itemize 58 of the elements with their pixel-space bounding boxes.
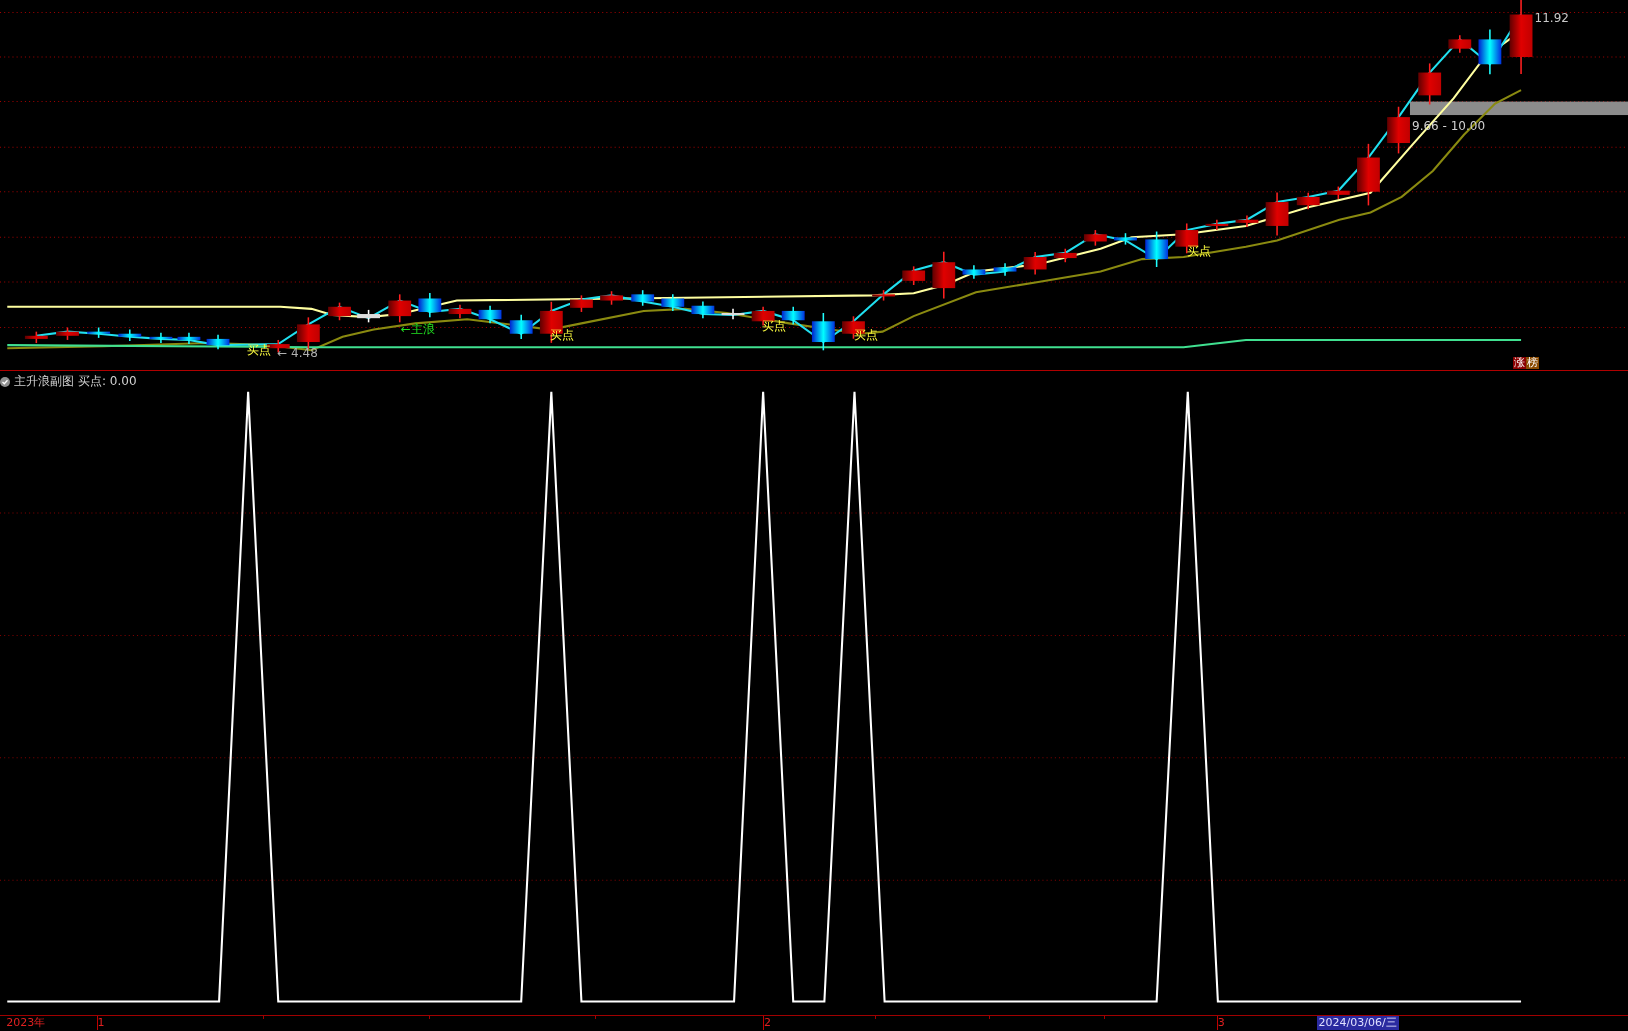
- candle: [1145, 230, 1169, 268]
- candle: [993, 262, 1017, 277]
- price-label: ← 4.48: [277, 345, 318, 360]
- candle: [570, 294, 593, 313]
- candle: [296, 316, 320, 350]
- badge: 涨: [1512, 357, 1526, 370]
- candle: [509, 314, 533, 340]
- buy-point-label: 买点: [762, 318, 787, 333]
- candle: [1235, 214, 1259, 228]
- candle: [872, 289, 895, 302]
- candle: [177, 331, 201, 345]
- candle: [418, 292, 442, 319]
- candle: [328, 301, 351, 322]
- candle: [149, 331, 173, 344]
- candle: [388, 293, 412, 324]
- indicator-reading: 买点: 0.00: [78, 373, 137, 390]
- buy-point-label: 买点: [1186, 244, 1211, 258]
- axis-label: 2023年: [6, 1016, 46, 1030]
- date-label: 2024/03/06/三: [1316, 1016, 1399, 1030]
- candle: [118, 328, 142, 342]
- candle: [811, 312, 835, 352]
- wave-label: ←主浪: [400, 321, 435, 336]
- candle: [1296, 192, 1320, 211]
- axis-label: 3: [1216, 1016, 1225, 1030]
- candle: [1478, 28, 1502, 75]
- candle: [357, 309, 380, 324]
- candle: [478, 304, 502, 325]
- candle: [902, 265, 926, 286]
- check-icon[interactable]: [0, 376, 10, 387]
- candle: [600, 290, 623, 306]
- candle: [56, 326, 79, 341]
- candle: [691, 300, 715, 319]
- indicator-title: 主升浪副图: [14, 373, 74, 390]
- candle: [631, 289, 655, 307]
- axis-label: 2: [763, 1016, 772, 1030]
- candle: [1265, 191, 1289, 237]
- candle: [661, 293, 685, 312]
- axis-label: 1: [96, 1016, 105, 1030]
- candle: [206, 334, 230, 351]
- candle: [448, 303, 472, 319]
- candle: [1418, 62, 1442, 106]
- candle: [1387, 105, 1410, 155]
- candle: [1205, 218, 1229, 231]
- candle: [1083, 229, 1107, 247]
- candle: [1326, 185, 1350, 200]
- candle: [932, 251, 956, 300]
- candle: [1114, 232, 1137, 246]
- candle: [539, 301, 563, 344]
- candle: [1175, 222, 1199, 255]
- candle: [1357, 143, 1380, 207]
- candle: [721, 308, 745, 320]
- candle: [962, 264, 986, 280]
- price-label: 11.92: [1534, 11, 1569, 26]
- candle: [1448, 34, 1472, 54]
- candle: [1023, 251, 1047, 276]
- candle: [87, 326, 111, 339]
- candle: [1053, 247, 1077, 263]
- candle: [24, 330, 48, 344]
